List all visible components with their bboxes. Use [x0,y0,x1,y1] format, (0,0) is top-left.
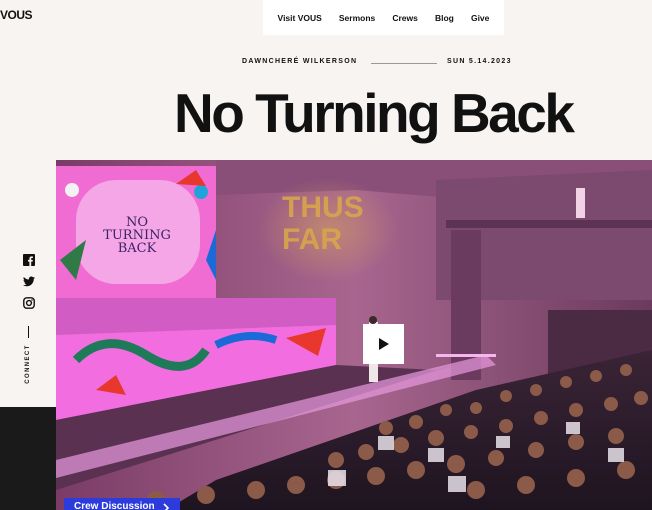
crew-discussion-button[interactable]: Crew Discussion [64,498,180,510]
projection-text: THUS FAR [282,191,364,256]
nav-give[interactable]: Give [471,13,489,23]
sermon-meta: DAWNCHERÉ WILKERSON SUN 5.14.2023 [0,58,652,68]
site-logo[interactable]: VOUS [0,8,33,22]
connect-divider [28,326,29,338]
nav-sermons[interactable]: Sermons [339,13,375,23]
twitter-icon[interactable] [23,276,35,287]
instagram-icon[interactable] [23,297,35,309]
sermon-title: No Turning Back [174,82,575,144]
chevron-right-icon [163,503,169,510]
facebook-icon[interactable] [23,254,35,266]
meta-divider [371,63,437,64]
nav-crews[interactable]: Crews [392,13,418,23]
crew-discussion-label: Crew Discussion [74,501,155,510]
screen-text: NO TURNING BACK [103,215,171,256]
footer-dark-block [0,407,56,510]
connect-label[interactable]: CONNECT [25,344,31,384]
play-icon [378,338,389,350]
sermon-date: SUN 5.14.2023 [447,58,512,65]
sermon-author[interactable]: DAWNCHERÉ WILKERSON [242,58,357,65]
nav-visit-vous[interactable]: Visit VOUS [278,13,322,23]
play-button[interactable] [363,324,404,364]
nav-blog[interactable]: Blog [435,13,454,23]
main-nav: Visit VOUS Sermons Crews Blog Give [263,0,504,35]
social-links [22,254,36,309]
sermon-video[interactable]: NO TURNING BACK THUS FAR Crew Discussion [56,160,652,510]
